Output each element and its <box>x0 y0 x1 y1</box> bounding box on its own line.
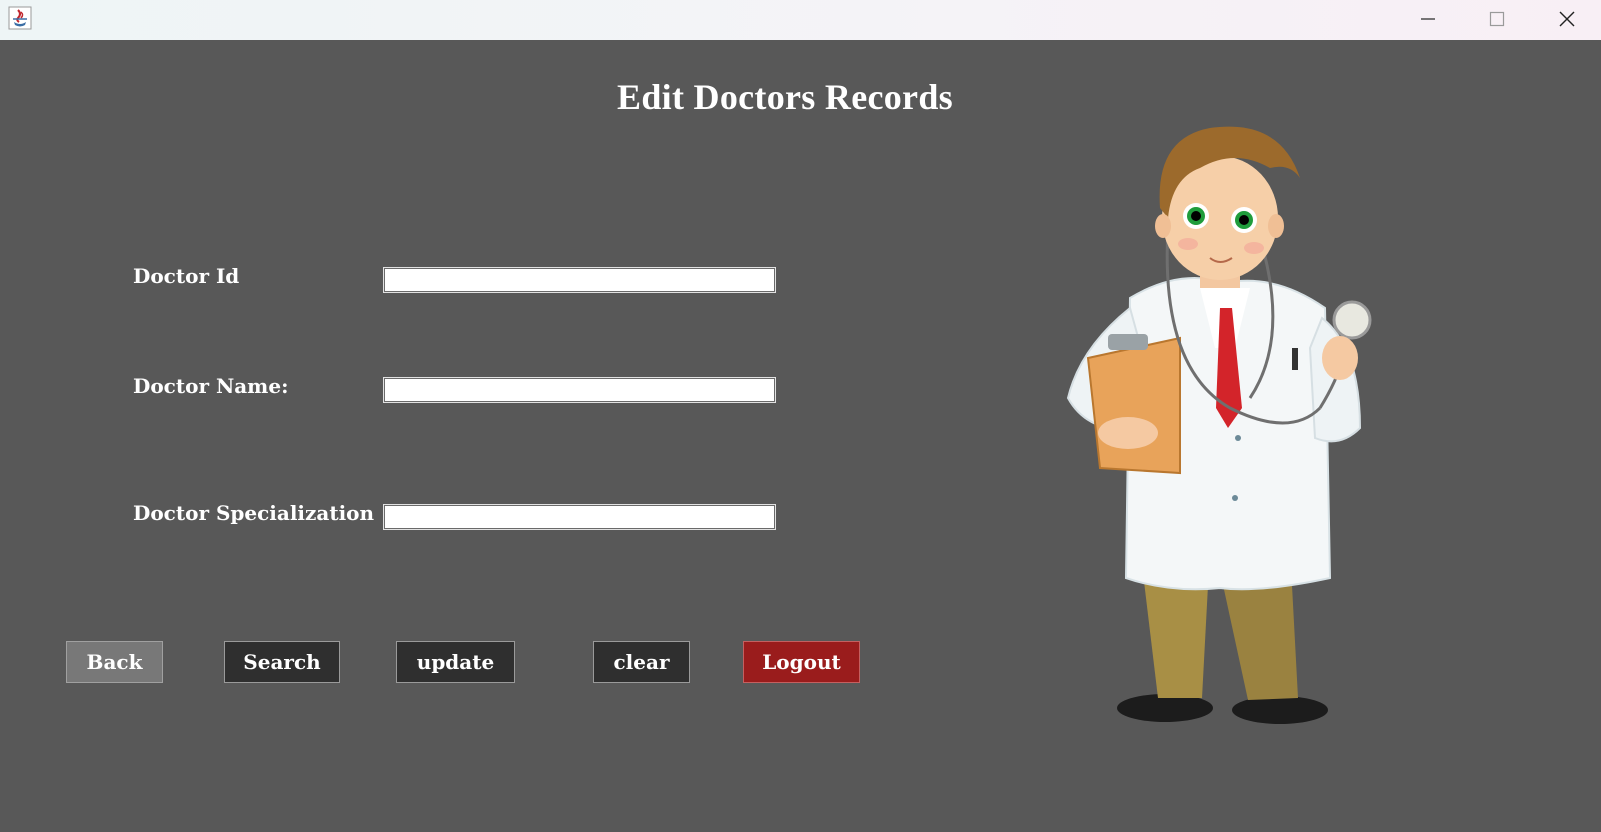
minimize-icon <box>1421 18 1435 20</box>
close-icon <box>1559 11 1575 27</box>
title-bar <box>0 0 1601 40</box>
app-window: Edit Doctors Records Doctor Id Doctor Na… <box>0 0 1601 832</box>
doctor-id-input[interactable] <box>383 267 776 293</box>
doctor-specialization-input[interactable] <box>383 504 776 530</box>
maximize-icon <box>1489 11 1505 27</box>
update-button[interactable]: update <box>396 641 515 683</box>
logout-button[interactable]: Logout <box>743 641 860 683</box>
page-title: Edit Doctors Records <box>617 77 953 117</box>
clear-button[interactable]: clear <box>593 641 690 683</box>
doctor-id-label: Doctor Id <box>133 264 240 288</box>
minimize-button[interactable] <box>1394 0 1462 38</box>
maximize-button[interactable] <box>1463 0 1531 38</box>
java-cup-icon <box>8 6 32 30</box>
doctor-name-label: Doctor Name: <box>133 374 289 398</box>
doctor-name-input[interactable] <box>383 377 776 403</box>
back-button[interactable]: Back <box>66 641 163 683</box>
search-button[interactable]: Search <box>224 641 340 683</box>
doctor-illustration <box>1060 108 1400 728</box>
doctor-specialization-label: Doctor Specialization <box>133 501 375 525</box>
close-button[interactable] <box>1533 0 1601 38</box>
content-panel: Edit Doctors Records Doctor Id Doctor Na… <box>0 40 1601 832</box>
